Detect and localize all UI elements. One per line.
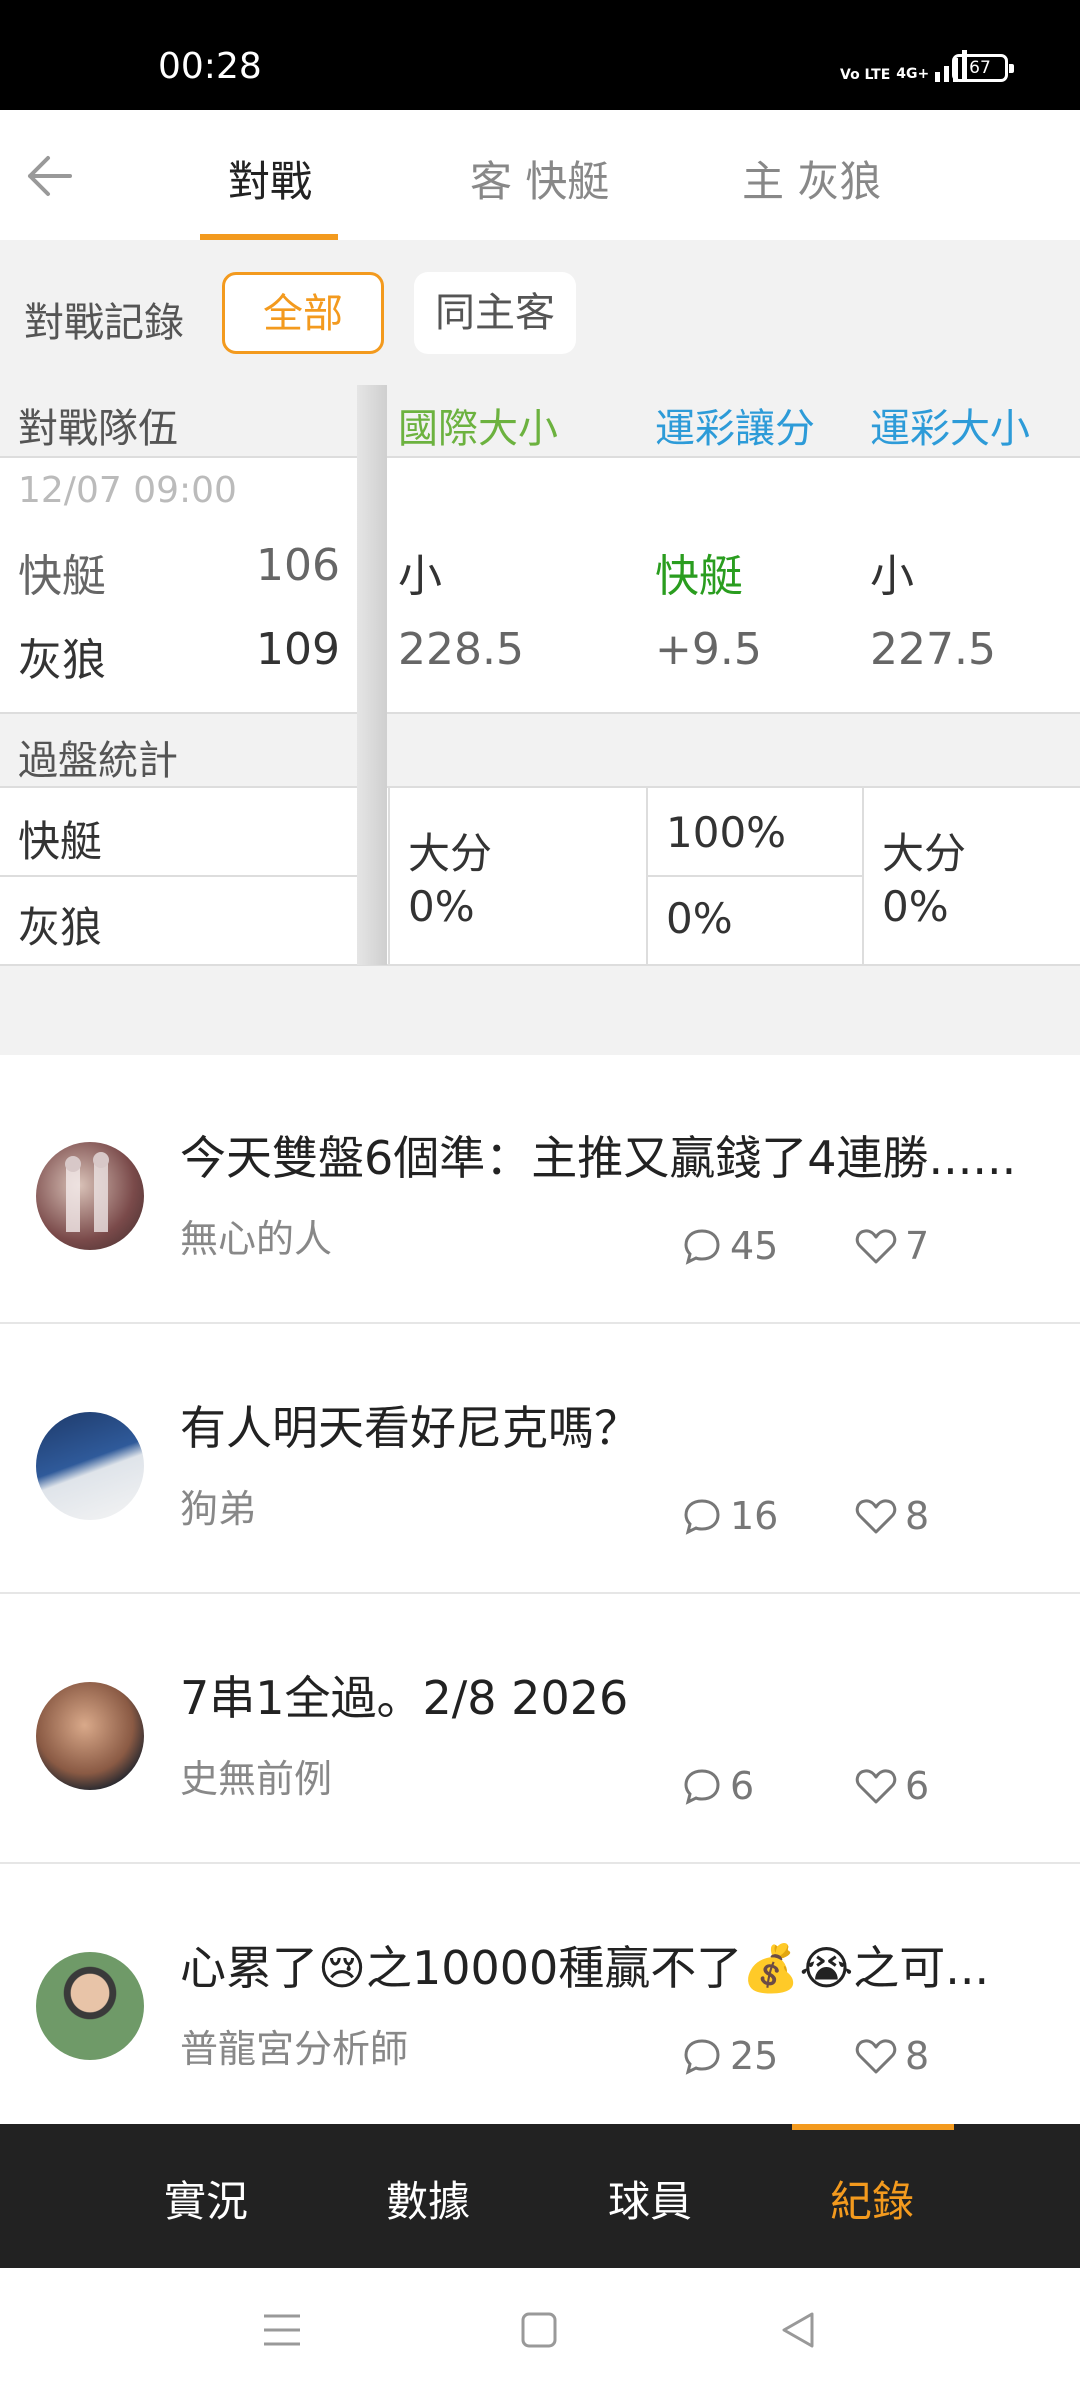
stats-lottery-ou-value: 0% (882, 882, 949, 931)
like-count[interactable]: 6 (855, 1764, 929, 1808)
post-title[interactable]: 7串1全過。2/8 2026 (180, 1662, 628, 1728)
divider (0, 875, 378, 877)
like-count-value: 7 (905, 1224, 930, 1268)
heart-icon (855, 1229, 897, 1264)
stats-spread-away: 100% (666, 808, 787, 857)
divider (646, 786, 648, 966)
volte-icon: Vo LTE (840, 67, 891, 83)
post-author[interactable]: 無心的人 (180, 1208, 332, 1263)
comment-icon (684, 1229, 720, 1265)
comment-icon (684, 2039, 720, 2075)
stats-label: 過盤統計 (18, 738, 178, 784)
intl-ou-result: 小 (398, 551, 442, 602)
post-title[interactable]: 心累了😢之10000種贏不了💰😭之可... (180, 1932, 989, 1998)
active-bottom-tab-indicator (792, 2124, 954, 2130)
lottery-ou-line: 227.5 (870, 624, 996, 675)
comment-count-value: 25 (730, 2034, 779, 2078)
post-author[interactable]: 狗弟 (180, 1478, 256, 1533)
post-title[interactable]: 有人明天看好尼克嗎？ (180, 1392, 640, 1458)
match-date: 12/07 09:00 (18, 470, 237, 511)
home-icon[interactable] (520, 2310, 558, 2350)
like-count[interactable]: 7 (855, 1224, 929, 1268)
signal-indicators: Vo LTE 4G+ (840, 50, 968, 83)
comment-count[interactable]: 16 (682, 1494, 778, 1538)
avatar[interactable] (36, 1952, 144, 2060)
away-team-score: 106 (256, 540, 340, 591)
spread-line: +9.5 (655, 624, 762, 675)
comment-count[interactable]: 45 (682, 1224, 778, 1268)
like-count-value: 8 (905, 2034, 930, 2078)
sticky-column-divider (357, 385, 387, 965)
stats-team-away: 快艇 (18, 817, 103, 866)
list-item[interactable]: 7串1全過。2/8 2026 史無前例 6 6 (0, 1596, 1080, 1864)
stats-spread-home: 0% (666, 894, 733, 943)
list-item[interactable]: 今天雙盤6個準：主推又贏錢了4連勝...... 無心的人 45 7 (0, 1056, 1080, 1324)
post-author[interactable]: 普龍宮分析師 (180, 2018, 408, 2073)
header-lottery-over-under: 運彩大小 (870, 406, 1030, 452)
list-item[interactable]: 心累了😢之10000種贏不了💰😭之可... 普龍宮分析師 25 8 (0, 1866, 1080, 2134)
back-triangle-icon[interactable] (778, 2310, 818, 2350)
tab-matchup[interactable]: 對戰 (228, 148, 312, 209)
divider (648, 875, 863, 877)
heart-icon (855, 1769, 897, 1804)
header-spread: 運彩讓分 (655, 406, 815, 452)
heart-icon (855, 2039, 897, 2074)
stats-intl-ou-value: 0% (408, 882, 475, 931)
avatar[interactable] (36, 1142, 144, 1250)
home-team-name: 灰狼 (18, 635, 106, 686)
comment-icon (684, 1499, 720, 1535)
tab-records[interactable]: 紀錄 (830, 2168, 914, 2229)
comment-icon (684, 1769, 720, 1805)
top-nav: 對戰 客 快艇 主 灰狼 (0, 110, 1080, 240)
stats-lottery-ou-label: 大分 (882, 829, 967, 878)
comment-count-value: 16 (730, 1494, 779, 1538)
menu-icon[interactable] (262, 2312, 302, 2348)
away-team-name: 快艇 (18, 551, 106, 602)
tab-players[interactable]: 球員 (608, 2168, 692, 2229)
comment-count-value: 6 (730, 1764, 755, 1808)
stats-team-home: 灰狼 (18, 903, 103, 952)
post-title[interactable]: 今天雙盤6個準：主推又贏錢了4連勝...... (180, 1122, 1016, 1188)
filter-all-button[interactable]: 全部 (222, 272, 384, 354)
comment-count[interactable]: 6 (682, 1764, 754, 1808)
header-teams: 對戰隊伍 (18, 406, 178, 452)
like-count[interactable]: 8 (855, 1494, 929, 1538)
tab-stats[interactable]: 數據 (386, 2168, 470, 2229)
heart-icon (855, 1499, 897, 1534)
home-team-score: 109 (256, 624, 340, 675)
post-author[interactable]: 史無前例 (180, 1748, 332, 1803)
like-count-value: 6 (905, 1764, 930, 1808)
spread-result: 快艇 (655, 551, 743, 602)
divider (862, 786, 864, 966)
lottery-ou-result: 小 (870, 551, 914, 602)
back-arrow-icon[interactable] (24, 154, 74, 198)
avatar[interactable] (36, 1412, 144, 1520)
comment-count[interactable]: 25 (682, 2034, 778, 2078)
like-count[interactable]: 8 (855, 2034, 929, 2078)
tab-live[interactable]: 實況 (164, 2168, 248, 2229)
like-count-value: 8 (905, 1494, 930, 1538)
network-type: 4G+ (896, 66, 930, 82)
system-nav-bar (0, 2268, 1080, 2400)
tab-away-team[interactable]: 客 快艇 (470, 148, 609, 209)
clock: 00:28 (158, 46, 262, 87)
filter-label: 對戰記錄 (24, 300, 184, 346)
filter-same-home-away-button[interactable]: 同主客 (414, 272, 576, 354)
stats-intl-ou-label: 大分 (408, 829, 493, 878)
tab-home-team[interactable]: 主 灰狼 (742, 148, 881, 209)
avatar[interactable] (36, 1682, 144, 1790)
bottom-tab-bar (0, 2124, 1080, 2268)
list-item[interactable]: 有人明天看好尼克嗎？ 狗弟 16 8 (0, 1326, 1080, 1594)
intl-ou-line: 228.5 (398, 624, 524, 675)
divider (388, 786, 390, 966)
comment-count-value: 45 (730, 1224, 779, 1268)
status-bar: 00:28 Vo LTE 4G+ 67 (0, 0, 1080, 110)
battery-icon: 67 (952, 54, 1014, 82)
header-intl-over-under: 國際大小 (398, 406, 558, 452)
